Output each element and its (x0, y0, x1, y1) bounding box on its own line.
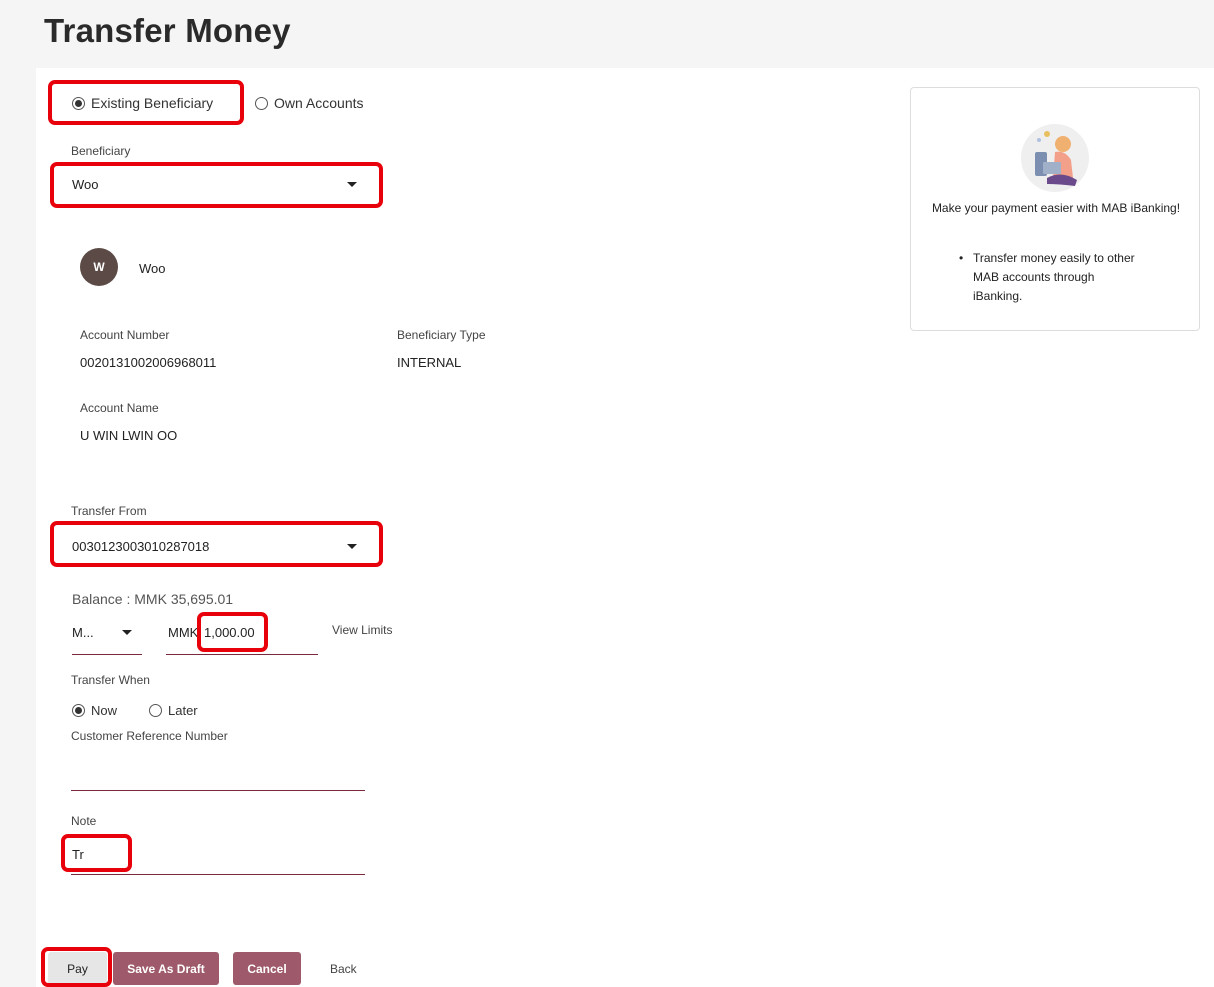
later-label: Later (168, 703, 198, 718)
now-radio[interactable]: Now (72, 703, 117, 718)
beneficiary-type-label: Beneficiary Type (397, 328, 486, 342)
avatar: W (80, 248, 118, 286)
back-link[interactable]: Back (330, 962, 357, 976)
later-radio[interactable]: Later (149, 703, 198, 718)
radio-selected-icon (72, 704, 85, 717)
reference-label: Customer Reference Number (71, 729, 228, 743)
account-name-value: U WIN LWIN OO (80, 428, 178, 443)
own-accounts-label: Own Accounts (274, 95, 364, 111)
currency-select-value: M... (72, 624, 94, 640)
account-number-label: Account Number (80, 328, 170, 342)
reference-underline (71, 790, 365, 791)
existing-beneficiary-radio[interactable]: Existing Beneficiary (72, 95, 213, 111)
promo-bullet: Transfer money easily to other MAB accou… (957, 249, 1147, 306)
transfer-from-label: Transfer From (71, 504, 147, 518)
amount-underline (166, 654, 318, 655)
promo-title: Make your payment easier with MAB iBanki… (931, 201, 1181, 215)
note-label: Note (71, 814, 97, 828)
transfer-when-label: Transfer When (71, 673, 150, 687)
person-with-laptop-icon (1021, 124, 1089, 192)
beneficiary-select-value: Woo (72, 176, 99, 192)
currency-select[interactable]: M... (72, 622, 132, 642)
own-accounts-radio[interactable]: Own Accounts (255, 95, 364, 111)
radio-unselected-icon (255, 96, 268, 110)
view-limits-link[interactable]: View Limits (332, 623, 392, 637)
existing-beneficiary-label: Existing Beneficiary (91, 95, 214, 111)
radio-selected-icon (72, 96, 85, 110)
beneficiary-name: Woo (139, 261, 166, 276)
note-input[interactable]: Tr (72, 847, 84, 862)
promo-list: Transfer money easily to other MAB accou… (957, 249, 1147, 306)
currency-underline (72, 654, 142, 655)
promo-panel: Make your payment easier with MAB iBanki… (910, 87, 1200, 331)
beneficiary-select[interactable]: Woo (72, 172, 357, 196)
beneficiary-label: Beneficiary (71, 144, 131, 158)
currency-prefix: MMK (168, 625, 199, 640)
balance-text: Balance : MMK 35,695.01 (72, 591, 234, 607)
radio-unselected-icon (149, 704, 162, 717)
page-title: Transfer Money (44, 12, 291, 49)
save-as-draft-button[interactable]: Save As Draft (113, 952, 219, 985)
transfer-from-select[interactable]: 0030123003010287018 (72, 534, 357, 558)
transfer-from-select-value: 0030123003010287018 (72, 538, 210, 554)
note-underline (71, 874, 365, 875)
chevron-down-icon (347, 181, 357, 187)
now-label: Now (91, 703, 118, 718)
beneficiary-type-value: INTERNAL (397, 355, 462, 370)
account-number-value: 0020131002006968011 (80, 355, 217, 370)
account-name-label: Account Name (80, 401, 159, 415)
cancel-button[interactable]: Cancel (233, 952, 301, 985)
chevron-down-icon (122, 629, 132, 635)
chevron-down-icon (347, 543, 357, 549)
pay-button[interactable]: Pay (48, 952, 107, 985)
amount-input[interactable]: 1,000.00 (204, 625, 255, 640)
